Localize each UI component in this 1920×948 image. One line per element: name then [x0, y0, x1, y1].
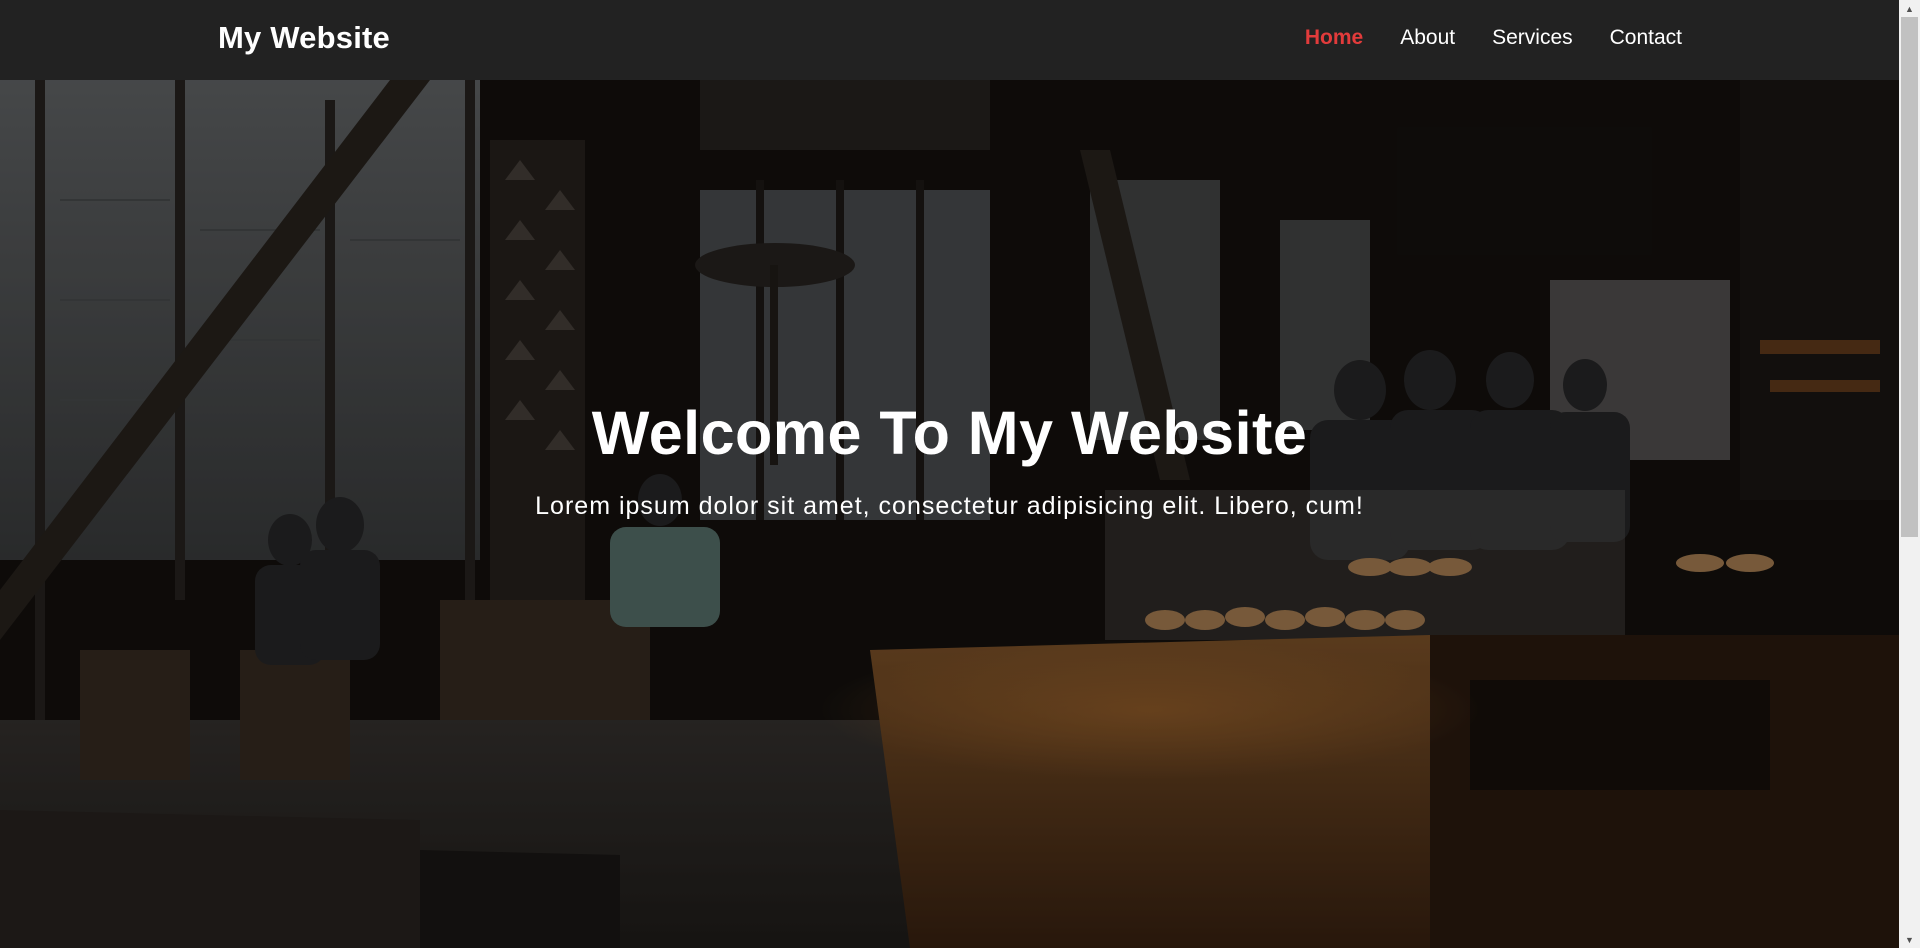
hero-section: Welcome To My Website Lorem ipsum dolor …: [0, 80, 1899, 948]
nav-item-about: About: [1400, 26, 1455, 50]
hero-title: Welcome To My Website: [591, 399, 1308, 467]
triangle-up-icon[interactable]: ▲: [1899, 0, 1920, 17]
page: My Website Home About Services Contact W…: [0, 0, 1920, 948]
scrollbar-thumb[interactable]: [1901, 17, 1918, 537]
site-logo[interactable]: My Website: [218, 20, 390, 56]
nav-link-services[interactable]: Services: [1492, 26, 1573, 49]
nav-link-about[interactable]: About: [1400, 26, 1455, 49]
triangle-down-icon[interactable]: ▼: [1899, 931, 1920, 948]
nav-link-home[interactable]: Home: [1305, 26, 1363, 49]
nav-item-home: Home: [1305, 26, 1363, 50]
nav-links: Home About Services Contact: [1305, 26, 1682, 50]
nav-link-contact[interactable]: Contact: [1610, 26, 1682, 49]
hero-content: Welcome To My Website Lorem ipsum dolor …: [0, 398, 1899, 521]
nav-item-contact: Contact: [1610, 26, 1682, 50]
nav-item-services: Services: [1492, 26, 1573, 50]
vertical-scrollbar[interactable]: ▲ ▼: [1899, 0, 1920, 948]
hero-subtitle: Lorem ipsum dolor sit amet, consectetur …: [535, 492, 1364, 521]
navbar: My Website Home About Services Contact: [0, 0, 1899, 80]
